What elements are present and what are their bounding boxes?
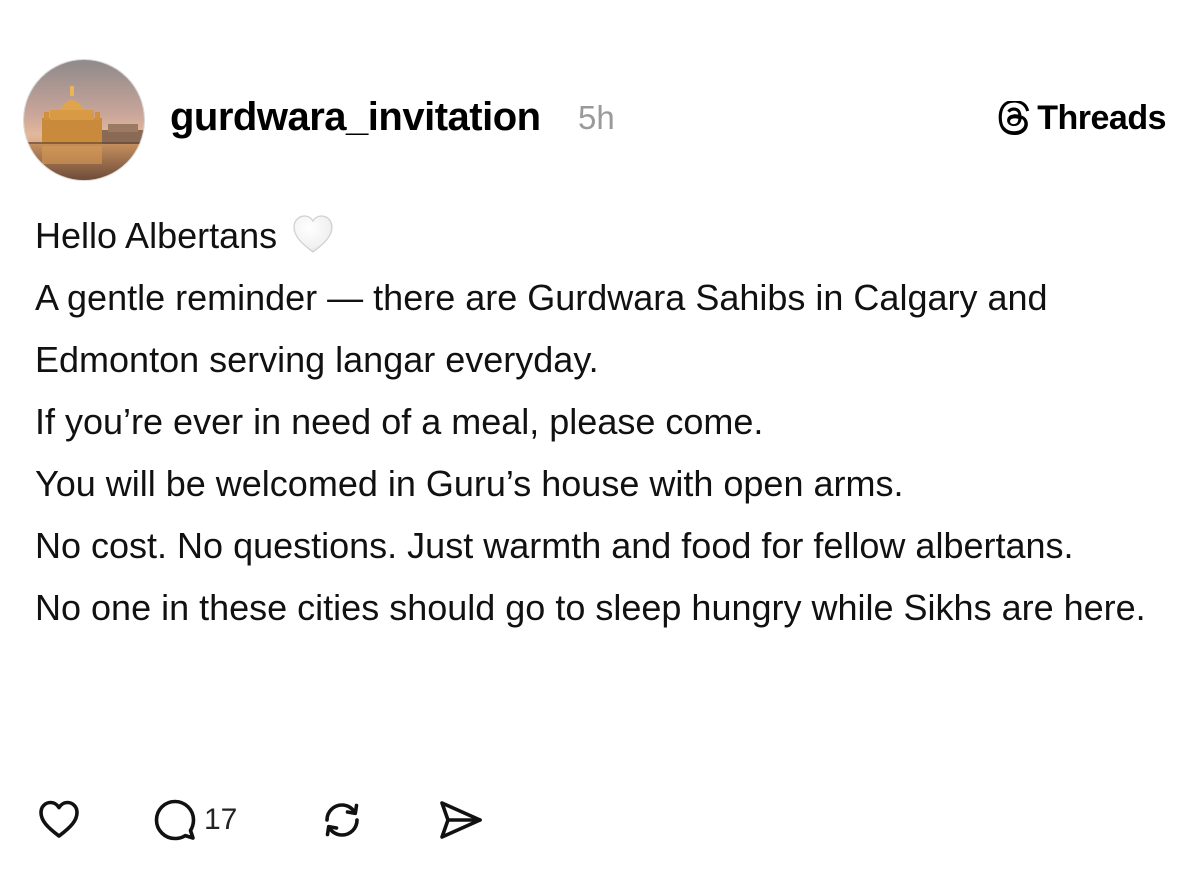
send-paper-plane-icon: [440, 801, 482, 839]
post-paragraph: Hello Albertans: [35, 205, 1175, 267]
reply-button[interactable]: 17: [152, 795, 237, 845]
speech-bubble-icon: [154, 799, 196, 841]
post-actions-bar: 17: [0, 795, 600, 845]
threads-brand: Threads: [998, 96, 1166, 140]
avatar[interactable]: [23, 59, 145, 181]
post-paragraph-text: Hello Albertans: [35, 215, 278, 256]
post-timestamp: 5h: [578, 99, 615, 136]
post-body: Hello Albertans A gentle reminder — ther…: [35, 205, 1175, 639]
post-paragraph: You will be welcomed in Guru’s house wit…: [35, 463, 904, 504]
repost-button[interactable]: [318, 795, 366, 845]
username-link[interactable]: gurdwara_invitation: [170, 93, 541, 141]
like-button[interactable]: [36, 795, 82, 845]
post-paragraph: A gentle reminder — there are Gurdwara S…: [35, 277, 1048, 380]
heart-outline-icon: [39, 800, 79, 838]
repost-arrows-icon: [325, 803, 359, 837]
threads-logo-icon: [998, 101, 1030, 135]
post-paragraph: No one in these cities should go to slee…: [35, 587, 1146, 628]
white-heart-emoji-icon: [293, 215, 333, 253]
share-button[interactable]: [436, 795, 486, 845]
threads-brand-label: Threads: [1037, 99, 1166, 137]
post-paragraph: If you’re ever in need of a meal, please…: [35, 401, 764, 442]
post-paragraph: No cost. No questions. Just warmth and f…: [35, 525, 1074, 566]
threads-post: gurdwara_invitation 5h Threads Hello Alb…: [0, 0, 1200, 879]
reply-count: 17: [204, 803, 238, 836]
